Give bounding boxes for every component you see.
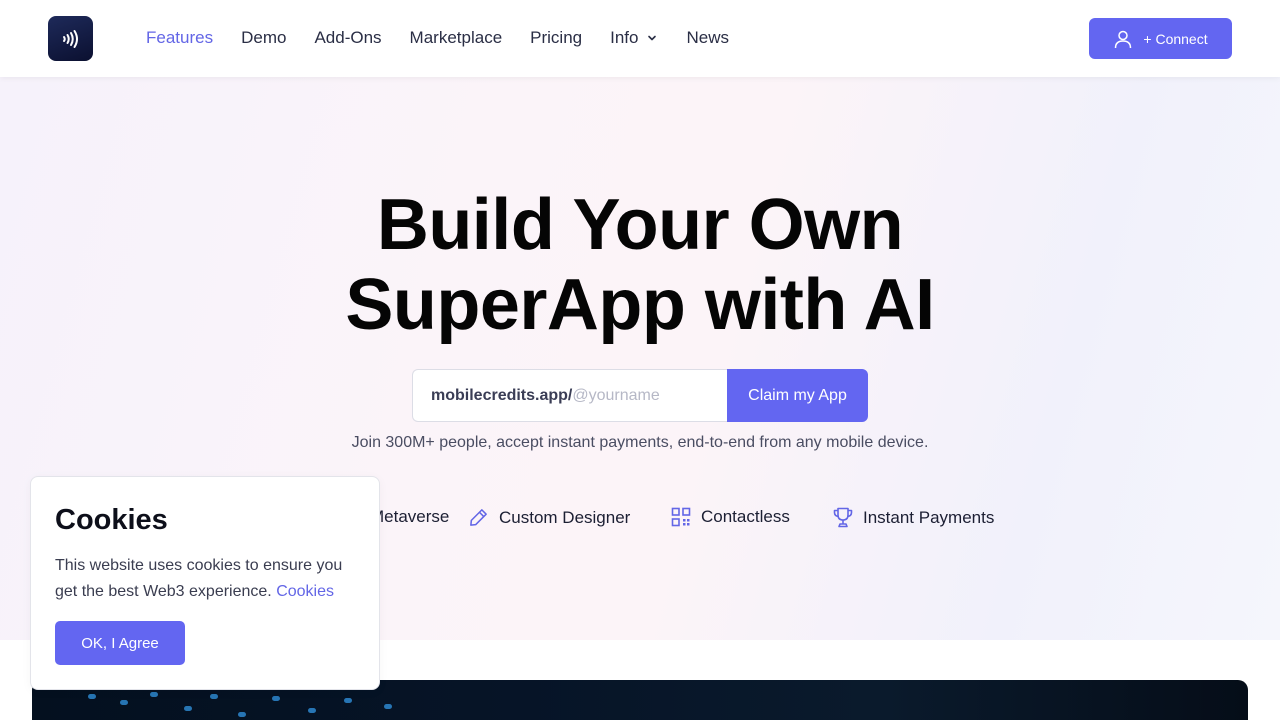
cookie-banner: Cookies This website uses cookies to ens…	[30, 476, 380, 690]
hero-title-line-1: Build Your Own	[376, 185, 904, 265]
nav-link-demo[interactable]: Demo	[241, 28, 286, 48]
cookie-policy-link[interactable]: Cookies	[276, 583, 334, 600]
video-particle	[210, 694, 218, 699]
nav-link-marketplace[interactable]: Marketplace	[410, 28, 503, 48]
video-particle	[88, 694, 96, 699]
video-particle	[384, 704, 392, 709]
feature-instant-payments: Instant Payments	[833, 507, 994, 528]
hero-title-line-2: SuperApp with AI	[345, 265, 935, 345]
user-icon	[1115, 30, 1132, 48]
trophy-icon	[833, 507, 853, 528]
hero-title: Build Your Own SuperApp with AI	[0, 185, 1280, 345]
qr-code-icon	[671, 507, 691, 527]
nav-link-info[interactable]: Info	[610, 28, 658, 48]
claim-app-button[interactable]: Claim my App	[727, 369, 868, 422]
hero-subtitle: Join 300M+ people, accept instant paymen…	[351, 434, 929, 451]
nfc-signal-icon	[62, 29, 78, 48]
top-navbar: Features Demo Add-Ons Marketplace Pricin…	[0, 0, 1280, 77]
video-particle	[150, 692, 158, 697]
video-particle	[344, 698, 352, 703]
main-nav: Features Demo Add-Ons Marketplace Pricin…	[146, 27, 757, 49]
nav-link-features[interactable]: Features	[146, 28, 213, 48]
cookie-title: Cookies	[55, 504, 168, 536]
nav-link-pricing[interactable]: Pricing	[530, 28, 582, 48]
claim-form: mobilecredits.app/@yourname Claim my App	[412, 369, 868, 422]
feature-custom-designer: Custom Designer	[468, 507, 630, 528]
url-prefix: mobilecredits.app/	[431, 386, 573, 404]
cookie-text: This website uses cookies to ensure you …	[55, 553, 360, 605]
feature-label: Instant Payments	[863, 507, 995, 527]
feature-contactless: Contactless	[671, 507, 790, 527]
feature-label: Contactless	[701, 507, 790, 526]
feature-label: Custom Designer	[499, 507, 631, 527]
pencil-icon	[470, 509, 487, 526]
video-particle	[272, 696, 280, 701]
connect-button-label: + Connect	[1143, 30, 1208, 47]
video-particle	[238, 712, 246, 717]
connect-button[interactable]: + Connect	[1089, 18, 1232, 59]
nav-link-add-ons[interactable]: Add-Ons	[314, 28, 381, 48]
feature-label: Metaverse	[370, 507, 450, 526]
nav-link-info-label: Info	[610, 28, 639, 47]
video-particle	[120, 700, 128, 705]
video-particle	[308, 708, 316, 713]
username-input[interactable]: mobilecredits.app/@yourname	[412, 369, 727, 422]
logo[interactable]	[48, 16, 93, 61]
username-placeholder: @yourname	[572, 386, 660, 404]
video-particle	[184, 706, 192, 711]
agree-button[interactable]: OK, I Agree	[55, 621, 185, 665]
chevron-down-icon	[646, 32, 658, 44]
nav-link-news[interactable]: News	[686, 28, 729, 48]
